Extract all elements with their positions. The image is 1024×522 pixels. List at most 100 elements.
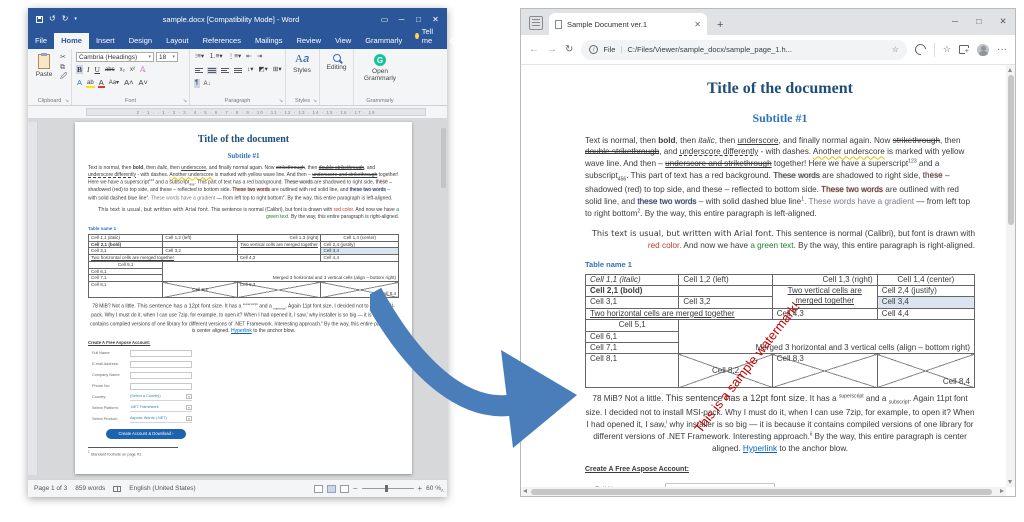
refresh-icon[interactable]: ↻ xyxy=(565,44,573,55)
scroll-down-icon[interactable] xyxy=(1008,480,1012,484)
scroll-left-icon[interactable] xyxy=(523,489,527,493)
open-grammarly-button[interactable]: G Open Grammarly xyxy=(358,52,402,95)
ribbon-display-options-icon[interactable]: ▭ xyxy=(377,11,392,27)
word-scrollbar-thumb[interactable] xyxy=(441,128,446,188)
text-highlight-alt-icon[interactable]: A xyxy=(76,78,83,88)
grow-font-button[interactable]: A˄ xyxy=(123,78,134,88)
read-mode-icon[interactable] xyxy=(314,485,323,493)
cut-icon[interactable]: ✂ xyxy=(60,54,67,62)
word-tab-insert[interactable]: Insert xyxy=(89,33,122,49)
bold-button[interactable]: B xyxy=(76,65,83,75)
dropdown-arrow-icon[interactable]: ▾ xyxy=(186,394,192,399)
font-size-combo[interactable]: 18 ▾ xyxy=(156,52,178,62)
font-dialog-launcher[interactable]: ↘ xyxy=(183,98,187,104)
word-tab-file[interactable]: File xyxy=(28,33,54,49)
align-center-button[interactable] xyxy=(207,67,217,74)
subscript-button[interactable]: x₂ xyxy=(119,66,126,74)
word-vertical-scrollbar[interactable] xyxy=(441,120,446,477)
tab-actions-icon[interactable] xyxy=(529,16,543,30)
shrink-font-button[interactable]: A˅ xyxy=(137,78,148,88)
hyperlink[interactable]: Hyperlink xyxy=(231,328,252,334)
forward-icon[interactable]: → xyxy=(547,44,557,55)
shading-button[interactable]: ◩▾ xyxy=(258,66,269,75)
proofing-icon[interactable] xyxy=(113,486,121,492)
zoom-slider[interactable] xyxy=(362,488,414,489)
zoom-level[interactable]: 60 % xyxy=(426,485,441,492)
zoom-slider-thumb[interactable] xyxy=(385,485,388,492)
browser-minimize-icon[interactable]: ─ xyxy=(943,9,967,33)
browser-content[interactable]: Title of the documentSubtitle #1Text is … xyxy=(521,65,1015,496)
word-tab-grammarly[interactable]: Grammarly xyxy=(358,33,409,49)
form-select[interactable]: .NET Framework▾ xyxy=(130,405,192,412)
word-tab-references[interactable]: References xyxy=(196,33,248,49)
word-doc-input-full-name-[interactable] xyxy=(130,350,192,357)
more-menu-icon[interactable]: ··· xyxy=(997,44,1007,55)
redo-icon[interactable]: ↻ xyxy=(62,15,69,23)
collapse-ribbon-icon[interactable]: ˄ xyxy=(440,489,444,495)
italic-button[interactable]: I xyxy=(86,65,91,75)
word-count[interactable]: 859 words xyxy=(75,485,105,492)
font-name-combo[interactable]: Cambria (Headings) ▾ xyxy=(76,52,154,62)
browser-close-icon[interactable]: ✕ xyxy=(991,9,1015,33)
save-icon[interactable] xyxy=(36,16,43,23)
browser-essentials-icon[interactable] xyxy=(913,42,928,57)
styles-button[interactable]: A𝑎 Styles xyxy=(290,52,314,95)
zoom-in-button[interactable]: + xyxy=(418,484,423,493)
highlight-color-button[interactable]: ab xyxy=(86,79,95,87)
underline-button[interactable]: U xyxy=(94,65,101,75)
change-case-button[interactable]: Aa▾ xyxy=(108,79,120,87)
scroll-up-icon[interactable] xyxy=(1008,68,1012,72)
line-spacing-button[interactable]: ↕▾ xyxy=(246,66,255,75)
word-doc-input-company-name-[interactable] xyxy=(130,372,192,379)
page-info-icon[interactable]: i xyxy=(589,45,598,54)
sort-button[interactable]: A↓ xyxy=(203,80,212,88)
paste-button[interactable]: Paste xyxy=(32,52,56,95)
qat-customize-icon[interactable]: ▾ xyxy=(74,17,77,22)
zoom-out-button[interactable]: − xyxy=(353,484,358,493)
form-select[interactable]: Aspose.Words (.NET)▾ xyxy=(130,416,192,423)
undo-icon[interactable]: ↺ xyxy=(49,15,56,23)
increase-indent-icon[interactable]: ⇥ xyxy=(256,53,263,62)
new-tab-button[interactable]: + xyxy=(707,19,733,35)
bullets-button[interactable]: ⁝≡▾ xyxy=(194,53,205,62)
ruler-scale[interactable]: 2 · 1 · · 1 · 2 · 3 · 4 · 5 · 6 · 7 · 8 … xyxy=(86,108,426,116)
share-button[interactable]: Share xyxy=(442,33,487,49)
browser-vscroll-thumb[interactable] xyxy=(1008,75,1014,225)
minimize-icon[interactable]: ─ xyxy=(394,11,409,27)
browser-horizontal-scrollbar[interactable] xyxy=(521,487,1006,496)
back-icon[interactable]: ← xyxy=(529,44,539,55)
align-right-button[interactable] xyxy=(220,67,230,74)
word-tab-mailings[interactable]: Mailings xyxy=(248,33,290,49)
dropdown-arrow-icon[interactable]: ▾ xyxy=(186,405,192,410)
word-tab-home[interactable]: Home xyxy=(54,33,89,49)
copy-icon[interactable]: ⧉ xyxy=(60,64,67,72)
profile-avatar[interactable] xyxy=(977,44,989,56)
browser-maximize-icon[interactable]: □ xyxy=(967,9,991,33)
format-painter-icon[interactable]: 🖉 xyxy=(60,73,67,81)
font-color-button[interactable]: A xyxy=(98,78,105,88)
word-tab-layout[interactable]: Layout xyxy=(159,33,196,49)
browser-tab[interactable]: Sample Document ver.1 ✕ xyxy=(549,13,707,35)
borders-button[interactable]: ⊞▾ xyxy=(272,66,283,75)
word-doc-input-e-mail-address-[interactable] xyxy=(130,361,192,368)
language-indicator[interactable]: English (United States) xyxy=(129,485,195,492)
dropdown-arrow-icon[interactable]: ▾ xyxy=(186,416,192,421)
strikethrough-button[interactable]: abc xyxy=(104,66,116,74)
show-marks-button[interactable]: ¶ xyxy=(194,79,200,88)
scroll-right-icon[interactable] xyxy=(1000,489,1004,493)
word-tab-design[interactable]: Design xyxy=(122,33,159,49)
address-bar[interactable]: i File | C:/Files/Viewer/sample_docx/sam… xyxy=(581,40,907,60)
styles-dialog-launcher[interactable]: ↘ xyxy=(313,98,317,104)
word-doc-input-phone-no-[interactable] xyxy=(130,383,192,390)
print-layout-icon[interactable] xyxy=(327,485,336,493)
numbering-button[interactable]: ⒈≡▾ xyxy=(208,53,224,62)
tab-close-icon[interactable]: ✕ xyxy=(694,20,701,29)
paragraph-dialog-launcher[interactable]: ↘ xyxy=(279,98,283,104)
word-tab-view[interactable]: View xyxy=(328,33,358,49)
favorites-icon[interactable]: ☆ xyxy=(943,44,951,55)
multilevel-list-button[interactable]: ⋮≡▾ xyxy=(227,53,243,62)
text-effects-icon[interactable]: 𝔸 xyxy=(139,65,147,75)
form-select[interactable]: (Select a Country)▾ xyxy=(130,394,192,401)
editing-button[interactable]: Editing xyxy=(324,52,349,95)
decrease-indent-icon[interactable]: ⇤ xyxy=(245,53,252,62)
